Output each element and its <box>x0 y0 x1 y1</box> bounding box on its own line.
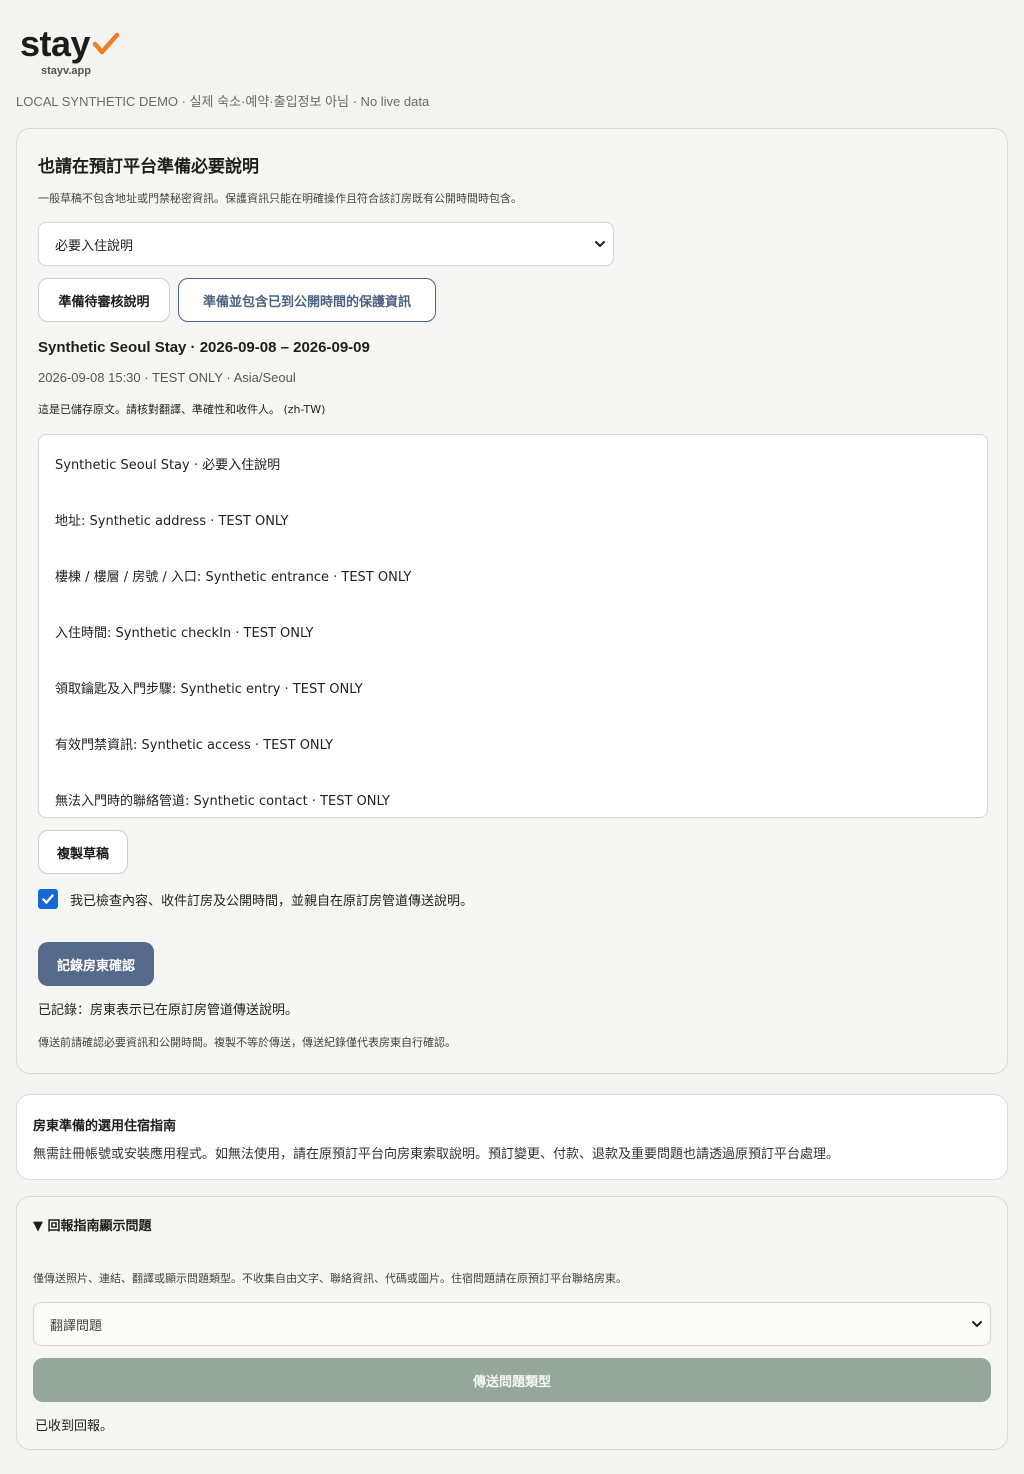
report-toggle[interactable]: ▼ 回報指南顯示問題 <box>33 1215 152 1234</box>
instruction-type-value: 必要入住說明 <box>55 238 134 254</box>
issue-type-select[interactable]: 翻譯問題 <box>33 1302 991 1346</box>
chevron-down-icon <box>970 1317 984 1335</box>
chevron-down-icon <box>593 237 607 255</box>
draft-line: Synthetic Seoul Stay · 必要入住說明 <box>55 458 281 473</box>
prepare-review-button[interactable]: 準備待審核說明 <box>38 278 170 322</box>
guide-text: 無需註冊帳號或安裝應用程式。如無法使用，請在原預訂平台向房東索取說明。預訂變更、… <box>33 1147 840 1162</box>
confirm-checkbox-row[interactable]: 我已檢查內容、收件訂房及公開時間，並親自在原訂房管道傳送說明。 <box>38 889 473 909</box>
draft-textarea[interactable]: Synthetic Seoul Stay · 必要入住說明 地址: Synthe… <box>38 434 988 818</box>
page: stay stayv.app LOCAL SYNTHETIC DEMO · 실제… <box>0 0 1024 1474</box>
draft-line: 領取鑰匙及入門步驟: Synthetic entry · TEST ONLY <box>55 682 363 697</box>
instructions-note: 一般草稿不包含地址或門禁秘密資訊。保護資訊只能在明確操作且符合該訂房既有公開時間… <box>38 192 522 205</box>
brand-url: stayv.app <box>41 65 91 77</box>
guide-card: 房東準備的選用住宿指南 無需註冊帳號或安裝應用程式。如無法使用，請在原預訂平台向… <box>16 1094 1008 1180</box>
send-issue-type-button[interactable]: 傳送問題類型 <box>33 1358 991 1402</box>
draft-line: 有效門禁資訊: Synthetic access · TEST ONLY <box>55 738 334 753</box>
prepare-protected-button[interactable]: 準備並包含已到公開時間的保護資訊 <box>178 278 436 322</box>
draft-line: 無法入門時的聯絡管道: Synthetic contact · TEST ONL… <box>55 794 390 809</box>
demo-notice: LOCAL SYNTHETIC DEMO · 실제 숙소·예약·출입정보 아님 … <box>16 94 430 109</box>
confirm-checkbox-label: 我已檢查內容、收件訂房及公開時間，並親自在原訂房管道傳送說明。 <box>70 893 474 909</box>
brand-logo: stay <box>20 22 120 62</box>
record-host-confirmation-button[interactable]: 記錄房東確認 <box>38 942 154 986</box>
instruction-type-select[interactable]: 必要入住說明 <box>38 222 614 266</box>
recorded-status: 已記錄：房東表示已在原訂房管道傳送說明。 <box>38 1003 299 1018</box>
stay-heading: Synthetic Seoul Stay · 2026-09-08 – 2026… <box>38 339 370 356</box>
report-received-status: 已收到回報。 <box>35 1419 114 1434</box>
draft-line: 樓棟 / 樓層 / 房號 / 入口: Synthetic entrance · … <box>55 570 412 585</box>
instructions-card: 也請在預訂平台準備必要說明 一般草稿不包含地址或門禁秘密資訊。保護資訊只能在明確… <box>16 128 1008 1074</box>
send-reminder-note: 傳送前請確認必要資訊和公開時間。複製不等於傳送，傳送紀錄僅代表房東自行確認。 <box>38 1036 456 1049</box>
copy-draft-button[interactable]: 複製草稿 <box>38 830 128 874</box>
saved-original-note: 這是已儲存原文。請核對翻譯、準確性和收件人。 (zh-TW) <box>38 403 326 416</box>
report-card: ▼ 回報指南顯示問題 僅傳送照片、連結、翻譯或顯示問題類型。不收集自由文字、聯絡… <box>16 1196 1008 1450</box>
instructions-title: 也請在預訂平台準備必要說明 <box>38 157 259 177</box>
stay-meta: 2026-09-08 15:30 · TEST ONLY · Asia/Seou… <box>38 370 296 385</box>
draft-line: 地址: Synthetic address · TEST ONLY <box>55 514 289 529</box>
confirm-checkbox[interactable] <box>38 889 58 909</box>
issue-type-value: 翻譯問題 <box>50 1318 103 1334</box>
report-note: 僅傳送照片、連結、翻譯或顯示問題類型。不收集自由文字、聯絡資訊、代碼或圖片。住宿… <box>33 1272 627 1285</box>
checkmark-icon <box>42 894 54 904</box>
draft-line: 入住時間: Synthetic checkIn · TEST ONLY <box>55 626 314 641</box>
brand-name: stay <box>20 23 91 64</box>
guide-title: 房東準備的選用住宿指南 <box>33 1119 177 1134</box>
checkmark-icon <box>92 32 120 60</box>
